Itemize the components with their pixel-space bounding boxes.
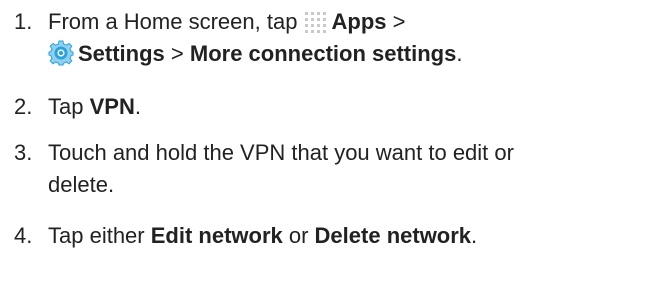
step-number: 1. bbox=[14, 9, 33, 34]
step-text: Tap VPN. bbox=[48, 91, 658, 123]
step-prefix-text: Tap either bbox=[48, 223, 151, 248]
step-line-1: From a Home screen, tap Apps > bbox=[48, 6, 658, 38]
step-number: 2. bbox=[14, 94, 33, 119]
step-text: From a Home screen, tap Apps > Settings … bbox=[48, 6, 658, 70]
delete-network-label: Delete network bbox=[314, 223, 472, 248]
step-text: Tap either Edit network or Delete networ… bbox=[48, 220, 658, 252]
settings-gear-icon bbox=[48, 40, 74, 66]
step-suffix: . bbox=[134, 94, 141, 119]
settings-label: Settings bbox=[78, 41, 165, 66]
step-line-1: Touch and hold the VPN that you want to … bbox=[48, 140, 514, 165]
step-middle-text: or bbox=[282, 223, 315, 248]
more-connection-settings-label: More connection settings bbox=[189, 41, 457, 66]
step-prefix-text: Tap bbox=[48, 94, 90, 119]
step-suffix: . bbox=[471, 223, 478, 248]
vpn-label: VPN bbox=[89, 94, 135, 119]
separator-text: > bbox=[386, 9, 406, 34]
step-number: 4. bbox=[14, 223, 33, 248]
step-line-2: Settings > More connection settings. bbox=[48, 38, 658, 70]
step-text: Touch and hold the VPN that you want to … bbox=[48, 137, 658, 201]
step-prefix-text: From a Home screen, tap bbox=[48, 9, 304, 34]
step-suffix: . bbox=[456, 41, 463, 66]
step-line-2: delete. bbox=[48, 172, 115, 197]
step-number: 3. bbox=[14, 140, 33, 165]
apps-label: Apps bbox=[331, 9, 387, 34]
apps-grid-icon bbox=[304, 12, 326, 33]
edit-network-label: Edit network bbox=[150, 223, 283, 248]
separator-text: > bbox=[164, 41, 190, 66]
